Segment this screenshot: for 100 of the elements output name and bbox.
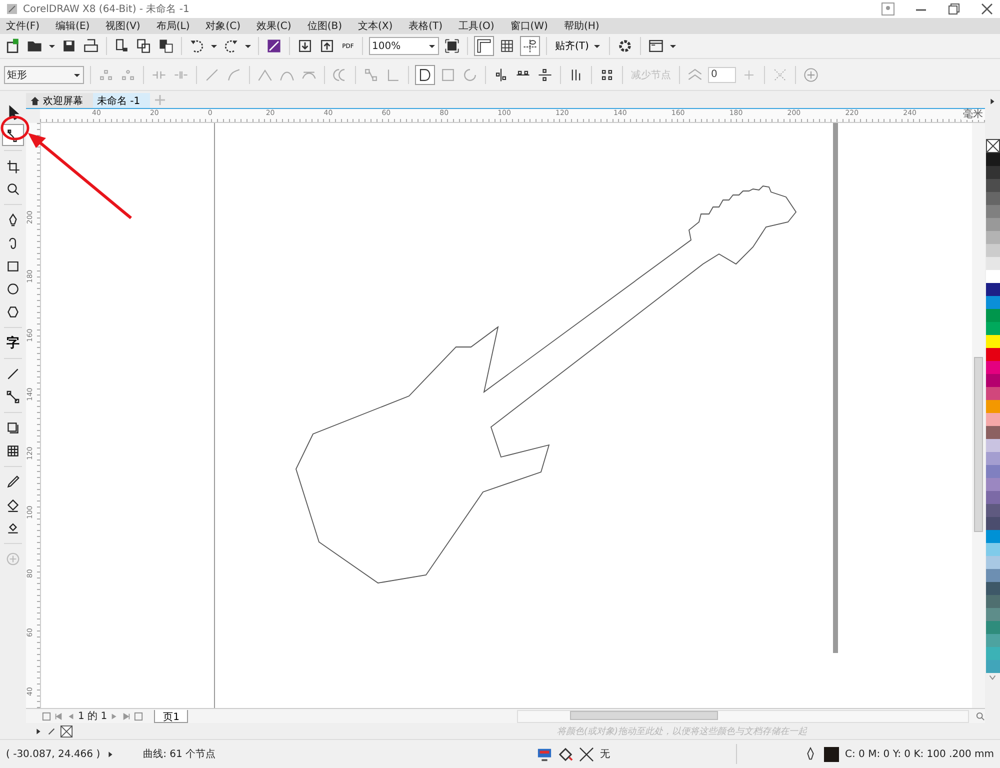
menu-item[interactable]: 布局(L) — [156, 19, 190, 33]
color-swatch[interactable] — [986, 543, 1000, 556]
caret-icon[interactable] — [210, 42, 218, 50]
color-swatch[interactable] — [986, 348, 1000, 361]
no-fill-swatch — [579, 746, 594, 762]
zoom-icon[interactable] — [976, 712, 985, 720]
caret-icon[interactable] — [244, 42, 252, 50]
rulers-icon[interactable] — [474, 36, 494, 56]
menu-item[interactable]: 表格(T) — [408, 19, 443, 33]
color-swatch[interactable] — [986, 374, 1000, 387]
full-screen-icon[interactable] — [443, 37, 461, 55]
color-swatch[interactable] — [986, 413, 1000, 426]
zoom-level-dropdown[interactable]: 100% — [369, 37, 439, 55]
color-swatch[interactable] — [986, 231, 1000, 244]
palette-menu-arrow-icon[interactable] — [988, 97, 997, 106]
color-swatch[interactable] — [986, 595, 1000, 608]
color-swatch[interactable] — [986, 244, 1000, 257]
color-swatch[interactable] — [986, 322, 1000, 335]
color-swatch[interactable] — [986, 582, 1000, 595]
color-swatch[interactable] — [986, 387, 1000, 400]
color-swatch[interactable] — [986, 309, 1000, 322]
color-swatch[interactable] — [986, 660, 1000, 673]
plus-circle-icon[interactable] — [802, 66, 820, 84]
play-arrow-icon[interactable] — [34, 726, 43, 736]
color-swatch[interactable] — [986, 400, 1000, 413]
color-swatch[interactable] — [986, 218, 1000, 231]
color-swatch[interactable] — [986, 283, 1000, 296]
horizontal-scrollbar[interactable] — [517, 710, 969, 722]
color-swatch[interactable] — [986, 153, 1000, 166]
hexagon-icon — [5, 304, 21, 320]
no-color-swatch[interactable] — [986, 139, 1000, 153]
scroll-thumb[interactable] — [974, 357, 983, 532]
color-swatch[interactable] — [986, 439, 1000, 452]
color-swatch[interactable] — [986, 504, 1000, 517]
page-tab[interactable]: 页1 — [154, 710, 188, 722]
paste-icon[interactable] — [157, 37, 175, 55]
color-swatch[interactable] — [986, 634, 1000, 647]
paint-bucket-icon — [5, 497, 21, 513]
eyedropper-icon[interactable] — [47, 726, 56, 736]
closed-curve-icon[interactable] — [415, 64, 435, 84]
color-swatch[interactable] — [986, 608, 1000, 621]
line-icon — [5, 366, 21, 382]
cursor-coordinates: ( -30.087, 24.466 ) — [6, 748, 100, 760]
color-swatch[interactable] — [986, 569, 1000, 582]
last-page-icon[interactable] — [122, 712, 132, 720]
close-icon[interactable] — [980, 2, 994, 16]
print-icon[interactable] — [82, 37, 100, 55]
color-swatch[interactable] — [986, 556, 1000, 569]
color-swatch[interactable] — [986, 192, 1000, 205]
scroll-thumb[interactable] — [570, 710, 718, 720]
tool-button[interactable]: 字 — [2, 332, 24, 354]
add-page-icon[interactable] — [42, 712, 51, 720]
add-page-icon[interactable] — [134, 712, 144, 720]
grid-icon[interactable] — [498, 37, 516, 55]
caret-icon[interactable] — [668, 42, 677, 50]
vertical-scrollbar[interactable] — [972, 123, 985, 708]
document-tab[interactable]: 未命名 -1 — [93, 93, 150, 108]
shape-type-dropdown[interactable]: 矩形 — [4, 66, 84, 84]
color-swatch[interactable] — [986, 491, 1000, 504]
menu-item[interactable]: 工具(O) — [458, 19, 494, 33]
menu-item[interactable]: 窗口(W) — [510, 19, 548, 33]
menu-item[interactable]: 帮助(H) — [564, 19, 600, 33]
first-page-icon[interactable] — [54, 712, 63, 720]
color-swatch[interactable] — [986, 179, 1000, 192]
menu-item[interactable]: 对象(C) — [206, 19, 241, 33]
document-tab[interactable]: 欢迎屏幕 — [26, 93, 93, 108]
color-swatch[interactable] — [986, 296, 1000, 309]
snap-to-dropdown[interactable]: 贴齐(T) — [553, 39, 603, 53]
smoothness-field[interactable]: 0 — [708, 66, 736, 82]
user-icon[interactable] — [881, 2, 895, 16]
color-swatch[interactable] — [986, 517, 1000, 530]
scroll-down-icon[interactable] — [988, 673, 997, 682]
export-icon[interactable] — [318, 37, 336, 55]
color-swatch[interactable] — [986, 452, 1000, 465]
color-swatch[interactable] — [986, 621, 1000, 634]
color-swatch[interactable] — [986, 647, 1000, 660]
menu-item[interactable]: 视图(V) — [106, 19, 140, 33]
color-swatch[interactable] — [986, 270, 1000, 283]
menu-item[interactable]: 位图(B) — [307, 19, 342, 33]
menu-item[interactable]: 文本(X) — [358, 19, 393, 33]
color-swatch[interactable] — [986, 530, 1000, 543]
menu-item[interactable]: 编辑(E) — [56, 19, 90, 33]
caret-icon[interactable] — [48, 42, 56, 50]
color-swatch[interactable] — [986, 335, 1000, 348]
window-icon[interactable] — [646, 37, 665, 55]
menu-item[interactable]: 文件(F) — [6, 19, 40, 33]
menu-item[interactable]: 效果(C) — [256, 19, 292, 33]
color-swatch[interactable] — [986, 361, 1000, 374]
import-icon[interactable] — [296, 37, 314, 55]
color-swatch[interactable] — [986, 478, 1000, 491]
no-color-swatch[interactable] — [60, 724, 73, 738]
copy-icon[interactable] — [135, 37, 153, 55]
color-swatch[interactable] — [986, 426, 1000, 439]
restore-icon[interactable] — [947, 2, 961, 16]
color-swatch[interactable] — [986, 166, 1000, 179]
guidelines-icon[interactable] — [520, 36, 540, 56]
color-swatch[interactable] — [986, 205, 1000, 218]
color-swatch[interactable] — [986, 465, 1000, 478]
color-swatch[interactable] — [986, 257, 1000, 270]
previous-page-icon[interactable] — [66, 712, 75, 720]
